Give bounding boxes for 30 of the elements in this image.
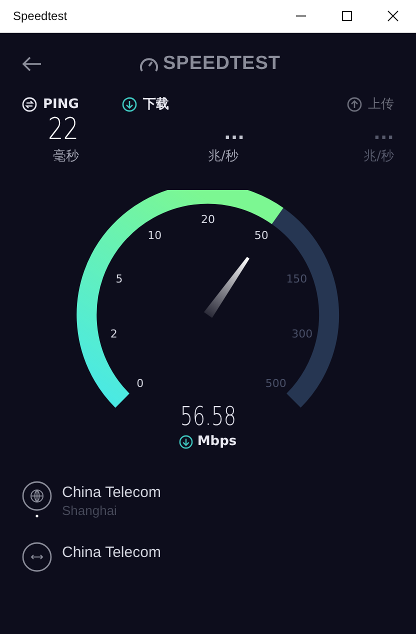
logo-text: SPEEDTEST [163, 53, 280, 75]
metric-unit: 兆/秒 [208, 148, 240, 165]
gauge-needle [204, 256, 250, 318]
metric-tab[interactable]: 下载 [143, 95, 169, 113]
metric-tab[interactable]: PING [43, 96, 79, 112]
gauge-tick: 150 [286, 272, 308, 286]
window-title: Speedtest [13, 9, 68, 23]
metric-value: 22 [48, 113, 79, 147]
connection-icon[interactable] [21, 541, 53, 573]
globe-icon[interactable] [21, 481, 53, 519]
gauge-tick: 300 [292, 328, 313, 341]
metric-value: ... [373, 122, 394, 146]
gauge-tick: 0 [136, 376, 144, 390]
gauge-tick: 10 [148, 229, 162, 242]
speed-reading: 56.58 [180, 402, 236, 432]
server-name[interactable]: China Telecom [62, 484, 161, 501]
speed-unit: Mbps [197, 434, 237, 449]
metric-value: ... [224, 122, 246, 146]
metric-unit: 毫秒 [53, 148, 79, 165]
gauge-tick: 500 [265, 376, 286, 390]
server-name[interactable]: China Telecom [62, 544, 161, 561]
gauge-tick: 5 [116, 272, 123, 286]
server-location: Shanghai [62, 503, 118, 518]
gauge-tick: 2 [110, 328, 118, 341]
back-arrow-icon[interactable] [22, 56, 42, 72]
gauge-tick: 20 [201, 213, 215, 226]
gauge-tick: 50 [254, 229, 268, 242]
download-icon [179, 434, 194, 448]
speedometer-icon [139, 55, 159, 73]
metric-unit: 兆/秒 [364, 148, 394, 165]
